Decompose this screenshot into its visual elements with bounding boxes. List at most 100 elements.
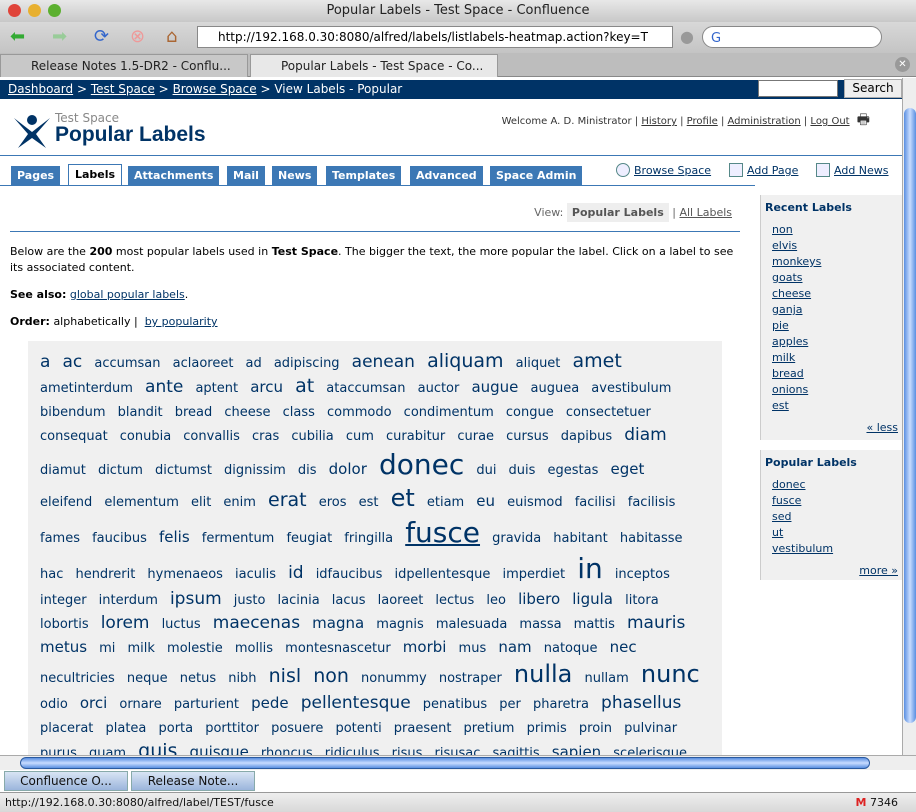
label-metus[interactable]: metus	[40, 638, 87, 658]
label-potenti[interactable]: potenti	[335, 721, 381, 738]
label-luctus[interactable]: luctus	[162, 617, 201, 634]
label-ad[interactable]: ad	[246, 356, 262, 373]
label-massa[interactable]: massa	[519, 617, 561, 634]
print-icon[interactable]: 🖶	[857, 112, 870, 128]
tab-attachments[interactable]: Attachments	[128, 166, 220, 185]
label-consequat[interactable]: consequat	[40, 429, 108, 446]
reload-button[interactable]: ⟳	[94, 26, 109, 48]
label-dis[interactable]: dis	[298, 463, 317, 480]
label-hac[interactable]: hac	[40, 567, 63, 584]
label-leo[interactable]: leo	[486, 593, 506, 610]
gmail-notifier[interactable]: M 7346	[856, 793, 898, 812]
label-lorem[interactable]: lorem	[101, 612, 150, 634]
label-praesent[interactable]: praesent	[394, 721, 452, 738]
label-non[interactable]: non	[313, 664, 349, 689]
label-est[interactable]: est	[359, 495, 379, 512]
label-maecenas[interactable]: maecenas	[213, 612, 300, 634]
label-rhoncus[interactable]: rhoncus	[261, 746, 313, 755]
label-phasellus[interactable]: phasellus	[601, 692, 681, 714]
order-by-popularity-link[interactable]: by popularity	[145, 315, 218, 328]
label-penatibus[interactable]: penatibus	[423, 697, 487, 714]
label-dolor[interactable]: dolor	[329, 460, 367, 480]
more-link[interactable]: more »	[772, 563, 898, 579]
view-all-labels-link[interactable]: All Labels	[679, 206, 732, 219]
label-elit[interactable]: elit	[191, 495, 211, 512]
label-purus[interactable]: purus	[40, 746, 77, 755]
label-proin[interactable]: proin	[579, 721, 612, 738]
label-pede[interactable]: pede	[251, 694, 289, 714]
label-nullam[interactable]: nullam	[584, 671, 628, 688]
browser-tab-popular-labels[interactable]: Popular Labels - Test Space - Co...	[250, 54, 498, 77]
label-ametinterdum[interactable]: ametinterdum	[40, 381, 133, 398]
zoom-window-button[interactable]	[48, 4, 61, 17]
label-dignissim[interactable]: dignissim	[224, 463, 286, 480]
label-nam[interactable]: nam	[498, 638, 531, 658]
label-odio[interactable]: odio	[40, 697, 68, 714]
label-consectetuer[interactable]: consectetuer	[566, 405, 651, 422]
label-magna[interactable]: magna	[312, 614, 364, 634]
label-auguea[interactable]: auguea	[531, 381, 580, 398]
url-field[interactable]: http://192.168.0.30:8080/alfred/labels/l…	[197, 26, 673, 48]
label-nostraper[interactable]: nostraper	[439, 671, 502, 688]
recent-label-est[interactable]: est	[772, 398, 898, 414]
recent-label-ganja[interactable]: ganja	[772, 302, 898, 318]
label-montesnascetur[interactable]: montesnascetur	[285, 641, 391, 658]
recent-label-non[interactable]: non	[772, 222, 898, 238]
add-page-action[interactable]: Add Page	[729, 163, 798, 177]
close-tab-icon[interactable]: ✕	[895, 57, 910, 72]
popular-label-donec[interactable]: donec	[772, 477, 898, 493]
label-ante[interactable]: ante	[145, 376, 183, 398]
label-amet[interactable]: amet	[573, 349, 622, 374]
browse-space-link[interactable]: Browse Space	[634, 164, 711, 177]
recent-label-apples[interactable]: apples	[772, 334, 898, 350]
recent-label-pie[interactable]: pie	[772, 318, 898, 334]
label-cheese[interactable]: cheese	[224, 405, 270, 422]
label-risusac[interactable]: risusac	[435, 746, 481, 755]
label-adipiscing[interactable]: adipiscing	[274, 356, 340, 373]
administration-link[interactable]: Administration	[728, 116, 801, 127]
label-morbi[interactable]: morbi	[403, 638, 447, 658]
label-class[interactable]: class	[283, 405, 315, 422]
label-neque[interactable]: neque	[127, 671, 168, 688]
label-laoreet[interactable]: laoreet	[378, 593, 424, 610]
label-malesuada[interactable]: malesuada	[436, 617, 507, 634]
label-nibh[interactable]: nibh	[228, 671, 256, 688]
label-id[interactable]: id	[288, 562, 304, 584]
label-habitant[interactable]: habitant	[553, 531, 607, 548]
label-et[interactable]: et	[391, 483, 415, 514]
label-aclaoreet[interactable]: aclaoreet	[173, 356, 234, 373]
label-gravida[interactable]: gravida	[492, 531, 541, 548]
profile-link[interactable]: Profile	[687, 116, 718, 127]
label-pretium[interactable]: pretium	[464, 721, 515, 738]
recent-label-goats[interactable]: goats	[772, 270, 898, 286]
label-dapibus[interactable]: dapibus	[561, 429, 612, 446]
horizontal-scroll-thumb[interactable]	[20, 757, 870, 769]
breadcrumb-test-space[interactable]: Test Space	[91, 82, 155, 96]
vertical-scrollbar[interactable]	[902, 78, 916, 755]
label-mauris[interactable]: mauris	[627, 612, 685, 634]
label-idfaucibus[interactable]: idfaucibus	[316, 567, 383, 584]
label-aenean[interactable]: aenean	[352, 351, 415, 373]
popular-label-vestibulum[interactable]: vestibulum	[772, 541, 898, 557]
label-fusce[interactable]: fusce	[405, 515, 480, 551]
minimize-window-button[interactable]	[28, 4, 41, 17]
history-link[interactable]: History	[641, 116, 677, 127]
label-auctor[interactable]: auctor	[418, 381, 460, 398]
label-libero[interactable]: libero	[518, 590, 560, 610]
add-news-action[interactable]: Add News	[816, 163, 889, 177]
label-iaculis[interactable]: iaculis	[235, 567, 276, 584]
task-button-confluence[interactable]: Confluence O...	[4, 771, 128, 791]
label-imperdiet[interactable]: imperdiet	[502, 567, 565, 584]
vertical-scroll-thumb[interactable]	[904, 108, 916, 723]
label-arcu[interactable]: arcu	[250, 378, 283, 398]
label-idpellentesque[interactable]: idpellentesque	[394, 567, 490, 584]
add-page-link[interactable]: Add Page	[747, 164, 798, 177]
label-posuere[interactable]: posuere	[271, 721, 323, 738]
label-lacus[interactable]: lacus	[332, 593, 366, 610]
add-news-link[interactable]: Add News	[834, 164, 889, 177]
task-button-release-notes[interactable]: Release Note...	[131, 771, 255, 791]
label-inceptos[interactable]: inceptos	[615, 567, 670, 584]
label-platea[interactable]: platea	[105, 721, 146, 738]
label-dictum[interactable]: dictum	[98, 463, 143, 480]
label-bread[interactable]: bread	[175, 405, 213, 422]
